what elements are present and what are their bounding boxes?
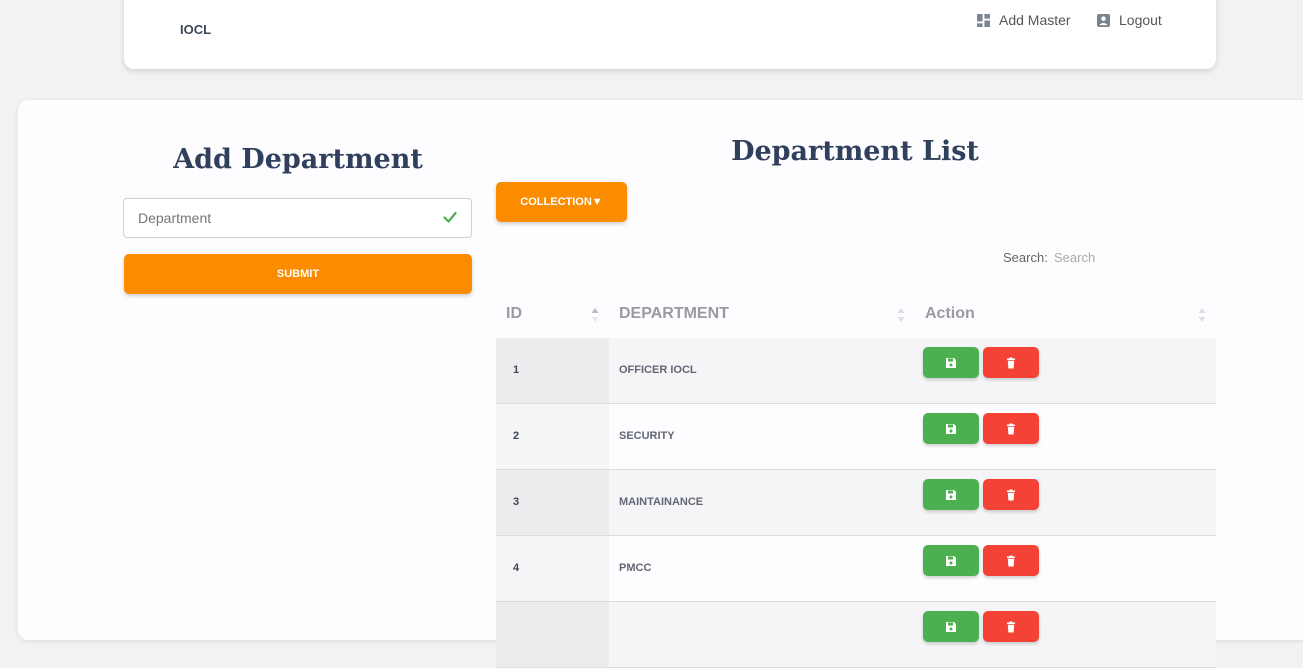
- add-master-label: Add Master: [999, 12, 1071, 28]
- form-title: Add Department: [173, 144, 423, 175]
- delete-button[interactable]: [983, 479, 1039, 510]
- sort-icon: [1198, 308, 1206, 322]
- main-card: Add Department SUBMIT Department List CO…: [18, 100, 1303, 668]
- trash-icon: [1007, 621, 1015, 632]
- trash-icon: [1007, 555, 1015, 566]
- table-header: ID DEPARTMENT Action: [496, 293, 1216, 338]
- account-box-icon: [1097, 13, 1110, 27]
- save-button[interactable]: [923, 545, 979, 576]
- delete-button[interactable]: [983, 347, 1039, 378]
- collection-dropdown-button[interactable]: COLLECTION▼: [496, 182, 627, 222]
- top-navbar: IOCL Add Master Logout: [124, 0, 1216, 69]
- save-button[interactable]: [923, 479, 979, 510]
- department-table: ID DEPARTMENT Action 1 OFFICER IOCL 2 SE…: [496, 293, 1216, 668]
- trash-icon: [1007, 489, 1015, 500]
- table-row: 3 MAINTAINANCE: [496, 470, 1216, 536]
- dashboard-icon: [977, 13, 990, 27]
- table-row: [496, 602, 1216, 668]
- submit-button[interactable]: SUBMIT: [124, 254, 472, 294]
- search-label: Search:: [1003, 250, 1048, 265]
- save-button[interactable]: [923, 347, 979, 378]
- table-row: 4 PMCC: [496, 536, 1216, 602]
- column-header-department[interactable]: DEPARTMENT: [609, 293, 915, 338]
- floppy-icon: [946, 423, 956, 434]
- save-button[interactable]: [923, 611, 979, 642]
- delete-button[interactable]: [983, 611, 1039, 642]
- department-field: [123, 198, 472, 238]
- row-department: PMCC: [619, 562, 652, 574]
- row-id: 2: [496, 404, 609, 469]
- row-actions: [923, 536, 1216, 601]
- row-actions: [923, 338, 1216, 403]
- row-actions: [923, 404, 1216, 469]
- sort-ascending-icon: [591, 308, 599, 322]
- logout-label: Logout: [1119, 12, 1162, 28]
- row-actions: [923, 602, 1216, 667]
- sort-icon: [897, 308, 905, 322]
- column-header-id[interactable]: ID: [496, 293, 609, 338]
- table-row: 2 SECURITY: [496, 404, 1216, 470]
- search-input[interactable]: [1054, 246, 1174, 268]
- row-department: SECURITY: [619, 430, 675, 442]
- department-input[interactable]: [124, 199, 424, 237]
- column-header-action[interactable]: Action: [915, 293, 1216, 338]
- row-department: OFFICER IOCL: [619, 364, 697, 376]
- row-id: 1: [496, 338, 609, 403]
- row-id: [496, 602, 609, 667]
- column-header-label: ID: [506, 305, 522, 322]
- save-button[interactable]: [923, 413, 979, 444]
- trash-icon: [1007, 423, 1015, 434]
- column-header-label: DEPARTMENT: [619, 305, 729, 322]
- trash-icon: [1007, 357, 1015, 368]
- table-row: 1 OFFICER IOCL: [496, 338, 1216, 404]
- floppy-icon: [946, 555, 956, 566]
- column-header-label: Action: [925, 305, 975, 322]
- check-icon: [443, 211, 457, 223]
- list-title: Department List: [731, 136, 979, 167]
- row-id: 3: [496, 470, 609, 535]
- floppy-icon: [946, 621, 956, 632]
- delete-button[interactable]: [983, 545, 1039, 576]
- row-department: [609, 602, 923, 667]
- delete-button[interactable]: [983, 413, 1039, 444]
- logout-link[interactable]: Logout: [1097, 12, 1162, 28]
- floppy-icon: [946, 489, 956, 500]
- row-department: MAINTAINANCE: [619, 496, 704, 508]
- row-actions: [923, 470, 1216, 535]
- row-id: 4: [496, 536, 609, 601]
- brand-name[interactable]: IOCL: [180, 22, 211, 37]
- add-master-link[interactable]: Add Master: [977, 12, 1071, 28]
- floppy-icon: [946, 357, 956, 368]
